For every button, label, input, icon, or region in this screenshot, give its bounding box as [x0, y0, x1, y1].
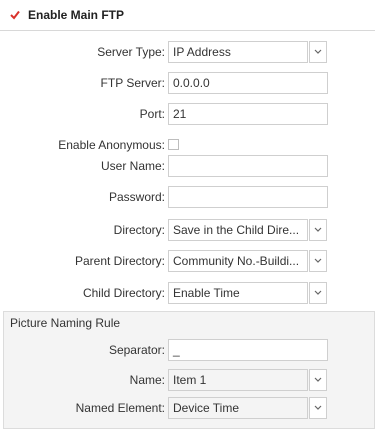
ftp-server-label: FTP Server:	[100, 76, 165, 90]
enable-anonymous-label: Enable Anonymous:	[58, 138, 165, 152]
name-row: Name: Item 1	[0, 369, 379, 391]
server-type-label: Server Type:	[97, 45, 165, 59]
ftp-server-row: FTP Server: 0.0.0.0	[0, 72, 379, 94]
enable-main-ftp-label: Enable Main FTP	[28, 8, 125, 22]
user-name-input[interactable]	[168, 155, 328, 177]
named-element-label: Named Element:	[75, 401, 165, 415]
checkmark-icon[interactable]	[10, 10, 20, 20]
chevron-down-icon[interactable]	[309, 41, 327, 63]
child-directory-label: Child Directory:	[82, 286, 165, 300]
chevron-down-icon[interactable]	[309, 250, 327, 272]
parent-directory-select[interactable]: Community No.-Buildi...	[168, 250, 308, 272]
parent-directory-label: Parent Directory:	[74, 254, 165, 268]
picture-naming-title: Picture Naming Rule	[10, 316, 121, 330]
separator-input[interactable]: _	[168, 339, 328, 361]
enable-anonymous-checkbox[interactable]	[168, 139, 179, 150]
separator-row: Separator: _	[0, 339, 379, 361]
port-input[interactable]: 21	[168, 103, 328, 125]
parent-directory-row: Parent Directory: Community No.-Buildi..…	[0, 250, 379, 272]
directory-label: Directory:	[113, 223, 165, 237]
name-select[interactable]: Item 1	[168, 369, 308, 391]
chevron-down-icon[interactable]	[309, 369, 327, 391]
server-type-row: Server Type: IP Address	[0, 41, 379, 63]
enable-main-ftp-header[interactable]: Enable Main FTP	[0, 0, 375, 31]
server-type-select[interactable]: IP Address	[168, 41, 308, 63]
ftp-settings-panel: Enable Main FTP Server Type: IP Address …	[0, 0, 379, 439]
chevron-down-icon[interactable]	[309, 397, 327, 419]
directory-select[interactable]: Save in the Child Dire...	[168, 219, 308, 241]
ftp-server-input[interactable]: 0.0.0.0	[168, 72, 328, 94]
port-label: Port:	[139, 107, 165, 121]
password-label: Password:	[108, 190, 165, 204]
password-input[interactable]	[168, 186, 328, 208]
separator-label: Separator:	[108, 343, 165, 357]
port-row: Port: 21	[0, 103, 379, 125]
chevron-down-icon[interactable]	[309, 219, 327, 241]
child-directory-row: Child Directory: Enable Time	[0, 282, 379, 304]
user-name-row: User Name:	[0, 155, 379, 177]
chevron-down-icon[interactable]	[309, 282, 327, 304]
named-element-select[interactable]: Device Time	[168, 397, 308, 419]
user-name-label: User Name:	[100, 159, 165, 173]
child-directory-select[interactable]: Enable Time	[168, 282, 308, 304]
enable-anonymous-row: Enable Anonymous:	[0, 134, 379, 156]
named-element-row: Named Element: Device Time	[0, 397, 379, 419]
name-label: Name:	[129, 373, 165, 387]
directory-row: Directory: Save in the Child Dire...	[0, 219, 379, 241]
password-row: Password:	[0, 186, 379, 208]
